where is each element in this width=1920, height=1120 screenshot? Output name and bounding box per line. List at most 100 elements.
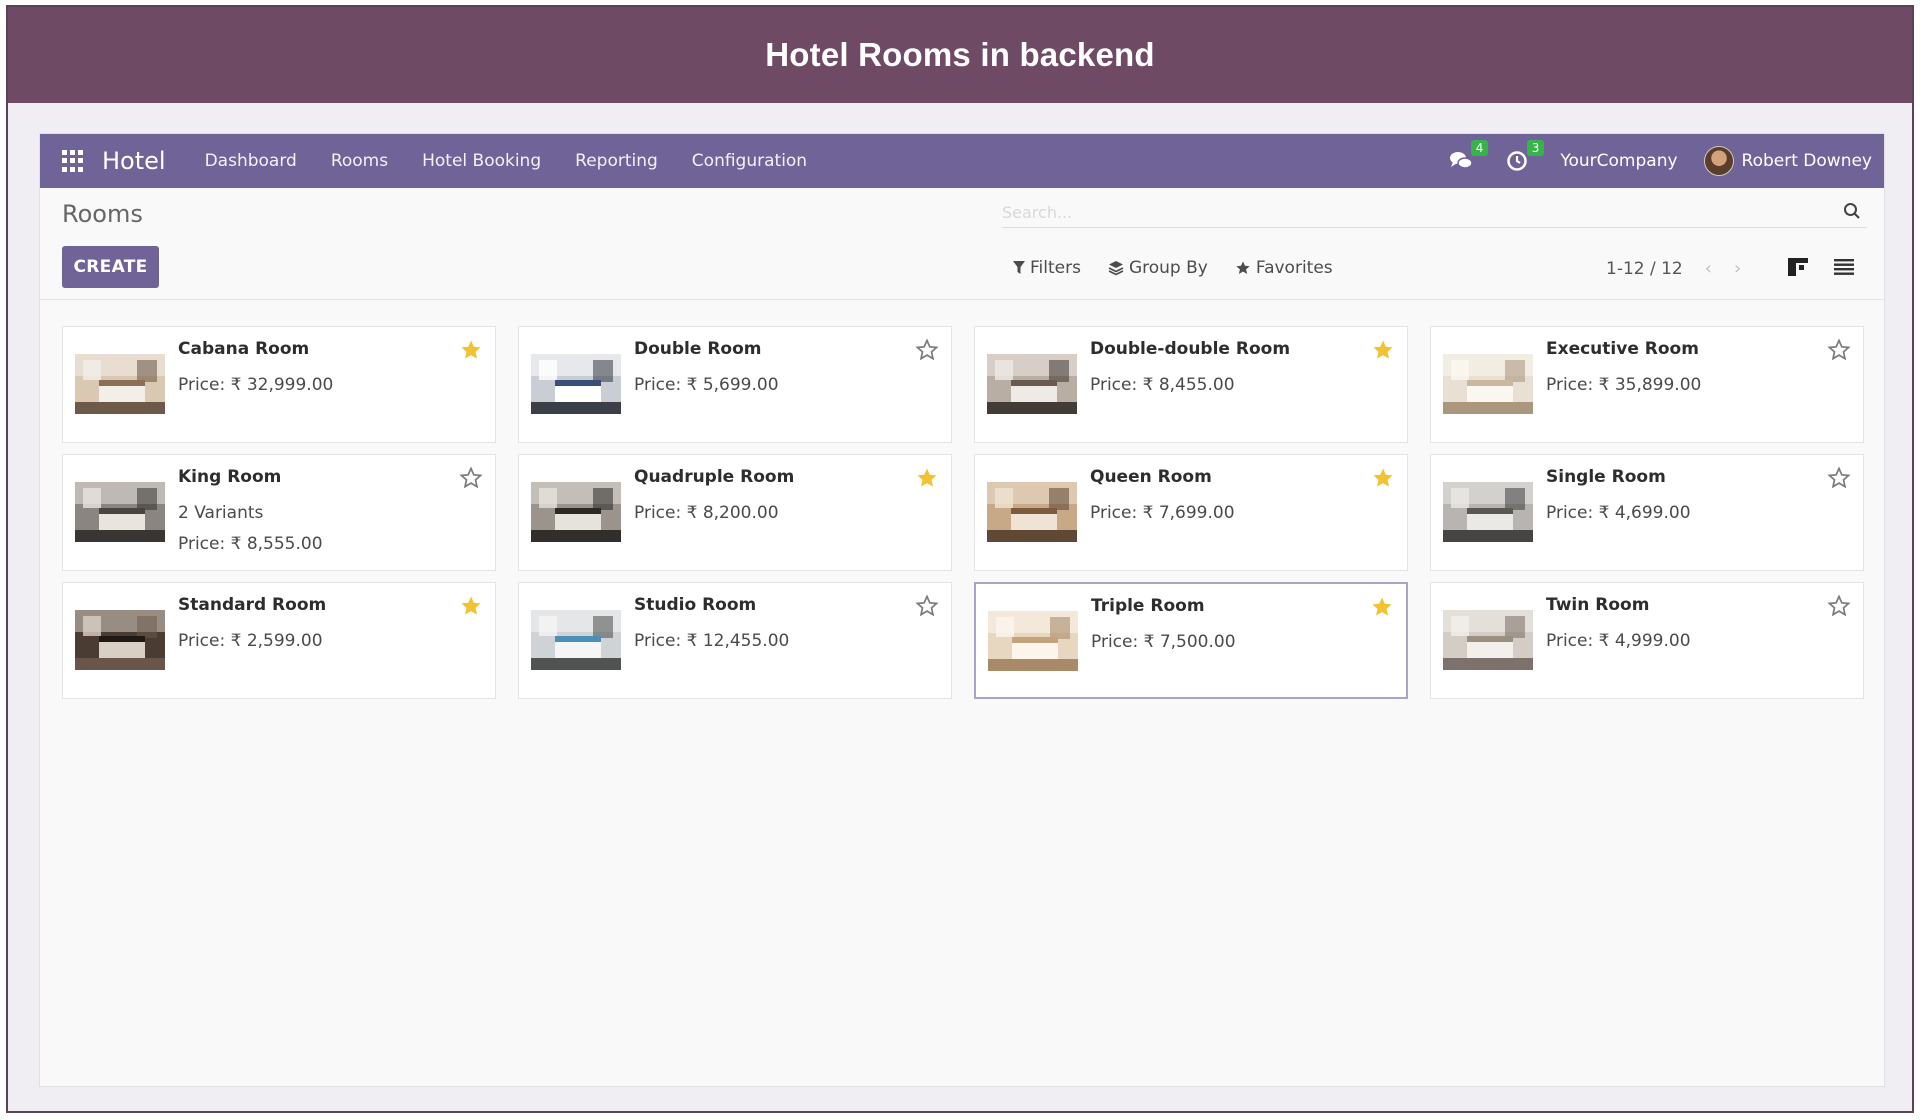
room-image bbox=[531, 482, 621, 542]
room-price: Price: ₹ 5,699.00 bbox=[634, 375, 779, 395]
control-panel: Rooms CREATE Filters bbox=[40, 188, 1884, 300]
favorite-star-filled-icon[interactable] bbox=[459, 338, 483, 362]
room-card[interactable]: Studio Room Price: ₹ 12,455.00 bbox=[518, 582, 952, 699]
pager-next-button[interactable]: › bbox=[1734, 258, 1741, 279]
favorite-star-empty-icon[interactable] bbox=[915, 338, 939, 362]
nav-hotel-booking[interactable]: Hotel Booking bbox=[422, 151, 541, 171]
screenshot-frame: Hotel Rooms in backend Hotel Dashboard R… bbox=[6, 5, 1914, 1113]
room-name: Standard Room bbox=[178, 595, 327, 615]
view-switcher bbox=[1787, 256, 1879, 278]
banner: Hotel Rooms in backend bbox=[8, 7, 1912, 103]
messages-badge: 4 bbox=[1470, 140, 1489, 156]
layers-icon bbox=[1108, 260, 1124, 276]
nav-dashboard[interactable]: Dashboard bbox=[205, 151, 297, 171]
filters-dropdown[interactable]: Filters bbox=[1013, 258, 1081, 278]
filter-icon bbox=[1013, 261, 1025, 275]
favorite-star-empty-icon[interactable] bbox=[1827, 466, 1851, 490]
favorite-star-empty-icon[interactable] bbox=[1827, 338, 1851, 362]
list-view-button[interactable] bbox=[1833, 256, 1855, 278]
favorite-star-empty-icon[interactable] bbox=[1827, 594, 1851, 618]
room-card[interactable]: Executive Room Price: ₹ 35,899.00 bbox=[1430, 326, 1864, 443]
pager-value[interactable]: 1-12 / 12 bbox=[1606, 259, 1683, 279]
filters-label: Filters bbox=[1030, 258, 1081, 278]
favorites-label: Favorites bbox=[1255, 258, 1333, 278]
banner-title: Hotel Rooms in backend bbox=[765, 36, 1155, 73]
favorite-star-filled-icon[interactable] bbox=[1371, 466, 1395, 490]
room-price: Price: ₹ 4,999.00 bbox=[1546, 631, 1691, 651]
favorite-star-empty-icon[interactable] bbox=[915, 594, 939, 618]
room-name: Studio Room bbox=[634, 595, 757, 615]
group-by-label: Group By bbox=[1128, 258, 1208, 278]
room-image bbox=[75, 482, 165, 542]
room-name: King Room bbox=[178, 467, 282, 487]
room-card[interactable]: Double Room Price: ₹ 5,699.00 bbox=[518, 326, 952, 443]
room-card[interactable]: Triple Room Price: ₹ 7,500.00 bbox=[974, 582, 1408, 699]
room-name: Double Room bbox=[634, 339, 762, 359]
kanban-icon bbox=[1788, 258, 1808, 276]
room-name: Single Room bbox=[1546, 467, 1666, 487]
room-image bbox=[531, 354, 621, 414]
clock-icon bbox=[1507, 151, 1528, 171]
room-image bbox=[988, 611, 1078, 671]
room-image bbox=[987, 354, 1077, 414]
room-image bbox=[987, 482, 1077, 542]
apps-menu-icon[interactable] bbox=[62, 150, 84, 172]
group-by-dropdown[interactable]: Group By bbox=[1108, 258, 1208, 278]
favorite-star-filled-icon[interactable] bbox=[459, 594, 483, 618]
favorites-dropdown[interactable]: Favorites bbox=[1235, 258, 1333, 278]
favorite-star-filled-icon[interactable] bbox=[1371, 338, 1395, 362]
room-card[interactable]: Quadruple Room Price: ₹ 8,200.00 bbox=[518, 454, 952, 571]
room-card[interactable]: Cabana Room Price: ₹ 32,999.00 bbox=[62, 326, 496, 443]
room-card[interactable]: Queen Room Price: ₹ 7,699.00 bbox=[974, 454, 1408, 571]
favorite-star-filled-icon[interactable] bbox=[915, 466, 939, 490]
search-bar bbox=[1002, 198, 1867, 228]
room-price: Price: ₹ 32,999.00 bbox=[178, 375, 334, 395]
room-variants: 2 Variants bbox=[178, 503, 264, 523]
messages-button[interactable]: 4 bbox=[1448, 140, 1489, 174]
page-title: Rooms bbox=[62, 200, 143, 228]
room-price: Price: ₹ 4,699.00 bbox=[1546, 503, 1691, 523]
room-card[interactable]: Twin Room Price: ₹ 4,999.00 bbox=[1430, 582, 1864, 699]
search-icon[interactable] bbox=[1843, 202, 1861, 220]
room-name: Queen Room bbox=[1090, 467, 1212, 487]
activities-button[interactable]: 3 bbox=[1504, 140, 1545, 174]
favorite-star-empty-icon[interactable] bbox=[459, 466, 483, 490]
room-card[interactable]: Standard Room Price: ₹ 2,599.00 bbox=[62, 582, 496, 699]
room-price: Price: ₹ 7,500.00 bbox=[1091, 632, 1236, 652]
chat-icon bbox=[1450, 152, 1474, 169]
user-menu[interactable]: Robert Downey bbox=[1703, 146, 1872, 176]
room-name: Double-double Room bbox=[1090, 339, 1291, 359]
room-card[interactable]: Double-double Room Price: ₹ 8,455.00 bbox=[974, 326, 1408, 443]
room-card[interactable]: Single Room Price: ₹ 4,699.00 bbox=[1430, 454, 1864, 571]
kanban-view-button[interactable] bbox=[1787, 256, 1809, 278]
room-price: Price: ₹ 8,455.00 bbox=[1090, 375, 1235, 395]
top-navbar: Hotel Dashboard Rooms Hotel Booking Repo… bbox=[40, 134, 1884, 188]
room-price: Price: ₹ 12,455.00 bbox=[634, 631, 790, 651]
room-card[interactable]: King Room 2 Variants Price: ₹ 8,555.00 bbox=[62, 454, 496, 571]
pager: 1-12 / 12 ‹ › bbox=[1606, 258, 1741, 279]
favorite-star-filled-icon[interactable] bbox=[1370, 595, 1394, 619]
star-icon bbox=[1235, 260, 1251, 276]
user-name: Robert Downey bbox=[1741, 151, 1872, 171]
company-switcher[interactable]: YourCompany bbox=[1560, 151, 1677, 171]
app-brand[interactable]: Hotel bbox=[102, 147, 166, 175]
room-name: Executive Room bbox=[1546, 339, 1699, 359]
pager-previous-button[interactable]: ‹ bbox=[1705, 258, 1712, 279]
room-image bbox=[531, 610, 621, 670]
room-price: Price: ₹ 8,555.00 bbox=[178, 534, 323, 554]
search-input[interactable] bbox=[1002, 198, 1822, 226]
room-name: Triple Room bbox=[1091, 596, 1205, 616]
nav-configuration[interactable]: Configuration bbox=[692, 151, 807, 171]
nav-rooms[interactable]: Rooms bbox=[331, 151, 388, 171]
room-price: Price: ₹ 8,200.00 bbox=[634, 503, 779, 523]
create-button[interactable]: CREATE bbox=[62, 246, 159, 288]
navbar-systray: 4 3 YourCompany Robert Downey bbox=[1448, 134, 1872, 188]
room-price: Price: ₹ 35,899.00 bbox=[1546, 375, 1702, 395]
room-name: Quadruple Room bbox=[634, 467, 795, 487]
odoo-app: Hotel Dashboard Rooms Hotel Booking Repo… bbox=[39, 133, 1885, 1087]
avatar bbox=[1703, 146, 1734, 176]
room-image bbox=[1443, 354, 1533, 414]
nav-reporting[interactable]: Reporting bbox=[575, 151, 658, 171]
room-price: Price: ₹ 2,599.00 bbox=[178, 631, 323, 651]
room-name: Cabana Room bbox=[178, 339, 310, 359]
